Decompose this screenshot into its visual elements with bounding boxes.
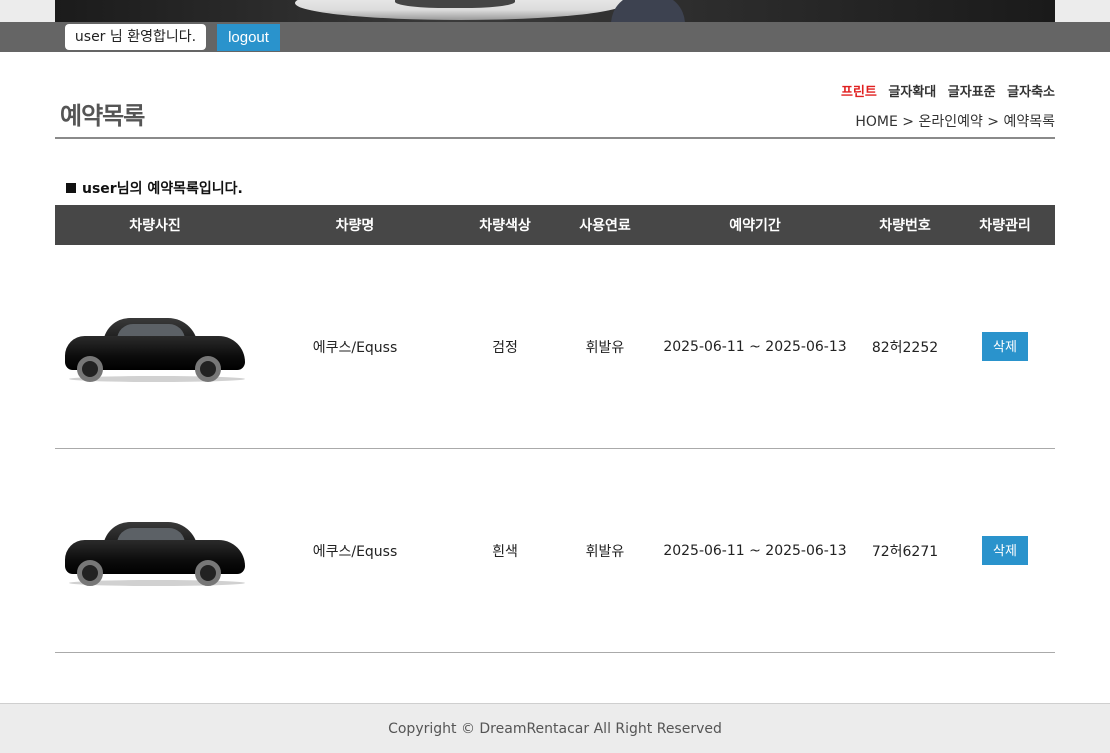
header-divider	[55, 137, 1055, 139]
car-color: 흰색	[492, 543, 518, 560]
header-color: 차량색상	[479, 218, 531, 234]
header-fuel: 사용연료	[579, 218, 631, 234]
header-name: 차량명	[335, 218, 375, 234]
text-tools: 프린트 글자확대 글자표준 글자축소	[834, 81, 1055, 100]
banner-image	[55, 0, 1055, 22]
car-name: 에쿠스/Equss	[312, 543, 398, 560]
breadcrumb: HOME > 온라인예약 > 예약목록	[855, 114, 1055, 130]
header-manage: 차량관리	[979, 218, 1031, 234]
car-photo-cell	[55, 245, 255, 448]
car-image	[65, 312, 245, 382]
car-plate: 72허6271	[871, 543, 939, 560]
list-caption: user님의 예약목록입니다.	[66, 178, 243, 198]
car-color: 검정	[492, 339, 518, 356]
print-link[interactable]: 프린트	[841, 85, 877, 100]
reservation-period: 2025-06-11 ~ 2025-06-13	[663, 338, 847, 355]
welcome-message: user 님 환영합니다.	[65, 24, 206, 50]
header-period: 예약기간	[729, 218, 781, 234]
page-title: 예약목록	[60, 102, 145, 130]
car-fuel: 휘발유	[585, 339, 625, 356]
table-row: 에쿠스/Equss 검정 휘발유 2025-06-11 ~ 2025-06-13…	[55, 245, 1055, 449]
font-enlarge-link[interactable]: 글자확대	[888, 85, 936, 100]
reservation-period: 2025-06-11 ~ 2025-06-13	[663, 542, 847, 559]
user-bar: user 님 환영합니다. logout	[0, 22, 1110, 52]
caption-text: user님의 예약목록입니다.	[82, 181, 243, 197]
manage-cell: 삭제	[955, 449, 1055, 652]
car-fuel: 휘발유	[585, 543, 625, 560]
delete-button[interactable]: 삭제	[982, 536, 1028, 565]
car-plate: 82허2252	[871, 339, 939, 356]
car-photo-cell	[55, 449, 255, 652]
table-row: 에쿠스/Equss 흰색 휘발유 2025-06-11 ~ 2025-06-13…	[55, 449, 1055, 653]
font-standard-link[interactable]: 글자표준	[948, 85, 996, 100]
logout-button[interactable]: logout	[217, 24, 280, 51]
delete-button[interactable]: 삭제	[982, 332, 1028, 361]
font-shrink-link[interactable]: 글자축소	[1007, 85, 1055, 100]
car-name: 에쿠스/Equss	[312, 339, 398, 356]
table-header: 차량사진 차량명 차량색상 사용연료 예약기간 차량번호 차량관리	[55, 205, 1055, 245]
header-plate: 차량번호	[879, 218, 931, 234]
car-image	[65, 516, 245, 586]
top-banner	[0, 0, 1110, 22]
reservation-table: 차량사진 차량명 차량색상 사용연료 예약기간 차량번호 차량관리 에쿠스/Eq…	[55, 205, 1055, 653]
square-bullet-icon	[66, 183, 76, 193]
header-photo: 차량사진	[129, 218, 181, 234]
footer: Copyright © DreamRentacar All Right Rese…	[0, 703, 1110, 753]
manage-cell: 삭제	[955, 245, 1055, 448]
